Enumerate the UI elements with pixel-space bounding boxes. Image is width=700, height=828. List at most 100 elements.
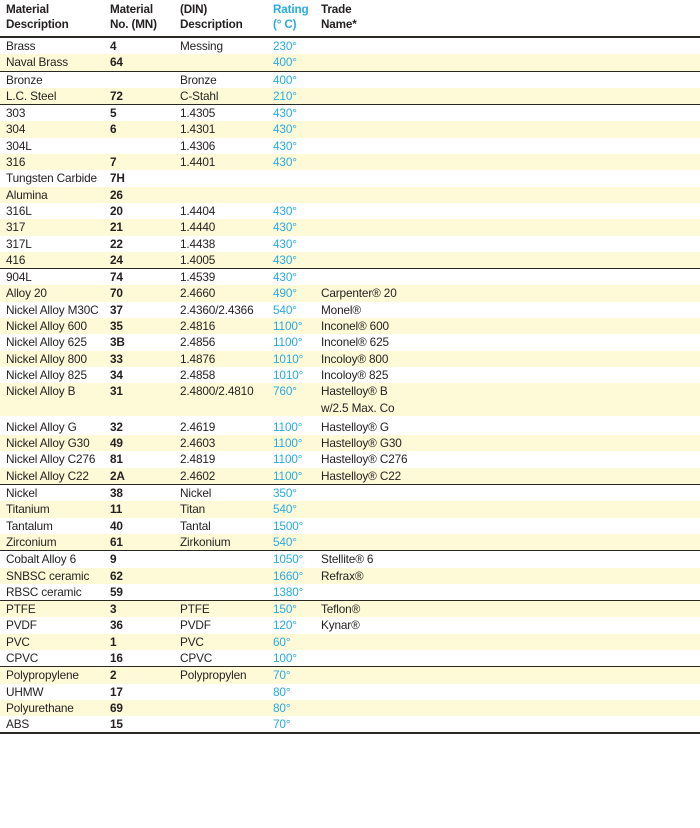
table-row: Bronze Bronze 400° [0,72,700,88]
cell-rating: 1500° [273,518,304,533]
cell-mn: 22 [110,236,123,251]
cell-mn: 34 [110,367,123,382]
cell-mn: 7 [110,155,117,170]
table-row: Titanium 11 Titan 540° [0,501,700,518]
cell-mn: 21 [110,220,123,235]
cell-din: 1.4539 [180,270,216,285]
cell-description: Nickel Alloy G [6,419,77,434]
cell-rating: 1100° [273,436,303,451]
cell-description: SNBSC ceramic [6,568,90,583]
cell-mn: 5 [110,106,117,121]
cell-mn: 33 [110,351,123,366]
cell-rating: 430° [273,106,297,121]
cell-mn: 26 [110,187,123,202]
cell-mn: 32 [110,419,123,434]
table-row: CPVC 16 CPVC 100° [0,650,700,666]
cell-din: PTFE [180,602,210,617]
cell-rating: 400° [273,55,297,70]
cell-description: Naval Brass [6,55,68,70]
cell-description: Polyurethane [6,700,74,715]
cell-description: Nickel [6,486,38,501]
cell-din: Messing [180,39,223,53]
cell-mn: 6 [110,122,117,137]
cell-description: Nickel Alloy 800 [6,351,87,366]
cell-din: PVDF [180,618,211,633]
cell-mn: 64 [110,55,123,70]
cell-mn: 40 [110,518,123,533]
cell-description: 316L [6,203,32,218]
cell-mn: 31 [110,384,123,399]
cell-description: 317L [6,236,32,251]
table-row: 317L 22 1.4438 430° [0,236,700,252]
cell-mn: 17 [110,684,123,699]
cell-description: 904L [6,270,32,285]
cell-description: Alumina [6,187,48,202]
table-row: Brass 4 Messing 230° [0,38,700,54]
cell-din: CPVC [180,650,213,665]
table-row: Nickel Alloy 600 35 2.4816 1100° Inconel® 60… [0,318,700,335]
table-row: Polyurethane 69 80° [0,699,700,717]
cell-rating: 430° [273,252,297,267]
cell-description: Nickel Alloy B [6,384,76,399]
cell-din: 2.4816 [180,319,216,334]
cell-description: Nickel Alloy G30 [6,436,90,451]
cell-description: PVC [6,634,30,649]
cell-rating: 60° [273,634,291,649]
cell-din: 1.4306 [180,138,216,153]
table-row: 316L 20 1.4404 430° [0,203,700,219]
cell-trade: Hastelloy® B w/2.5 Max. Co [321,384,395,415]
cell-mn: 15 [110,717,123,732]
cell-rating: 430° [273,220,297,235]
table-row: Nickel Alloy C22 2A 2.4602 1100° Hastelloy® … [0,467,700,485]
cell-mn: 3B [110,335,125,350]
cell-description: Bronze [6,72,43,87]
cell-din: 2.4360/2.4366 [180,302,254,317]
cell-mn: 69 [110,700,123,715]
cell-din: Nickel [180,486,212,501]
cell-trade: Hastelloy® C276 [321,452,408,467]
table-row: Tungsten Carbide 7H [0,170,700,186]
cell-mn: 74 [110,270,123,285]
column-header-din: (DIN) Description [180,3,243,32]
cell-rating: 1010° [273,367,304,382]
cell-description: Nickel Alloy 625 [6,335,87,350]
cell-mn: 24 [110,252,123,267]
table-row: Nickel Alloy G 32 2.4619 1100° Hastelloy® G [0,419,700,435]
cell-din: 2.4819 [180,452,216,467]
cell-mn: 61 [110,534,123,549]
cell-mn: 49 [110,436,123,451]
cell-rating: 210° [273,88,297,103]
cell-description: PTFE [6,602,36,617]
cell-mn: 4 [110,39,117,53]
cell-rating: 1050° [273,552,304,567]
column-header-mn: Material No. (MN) [110,3,157,32]
cell-trade: Stellite® 6 [321,552,374,567]
cell-description: Tantalum [6,518,53,533]
cell-description: Polypropylene [6,668,79,683]
cell-description: Nickel Alloy M30C [6,302,99,317]
cell-trade: Hastelloy® G [321,419,389,434]
cell-mn: 70 [110,286,123,301]
table-row: 904L 74 1.4539 430° [0,269,700,285]
cell-din: 1.4404 [180,203,216,218]
cell-rating: 150° [273,602,297,617]
cell-description: Alloy 20 [6,286,47,301]
cell-rating: 1660° [273,568,304,583]
cell-rating: 430° [273,203,297,218]
table-row: 317 21 1.4440 430° [0,219,700,236]
cell-rating: 70° [273,668,291,683]
table-row: Nickel Alloy B 31 2.4800/2.4810 760° Hastell… [0,383,700,416]
cell-din: 2.4856 [180,335,216,350]
cell-din: 2.4800/2.4810 [180,384,254,399]
cell-rating: 490° [273,286,297,301]
cell-description: L.C. Steel [6,88,57,103]
cell-description: 304L [6,138,32,153]
table-row: Nickel 38 Nickel 350° [0,485,700,501]
cell-din: C-Stahl [180,88,219,103]
cell-rating: 540° [273,502,297,517]
table-body: Brass 4 Messing 230° Naval Brass 64 400° Bronze… [0,38,700,732]
cell-din: Titan [180,502,206,517]
table-row: 304 6 1.4301 430° [0,121,700,138]
cell-rating: 540° [273,534,297,549]
cell-mn: 9 [110,552,117,567]
